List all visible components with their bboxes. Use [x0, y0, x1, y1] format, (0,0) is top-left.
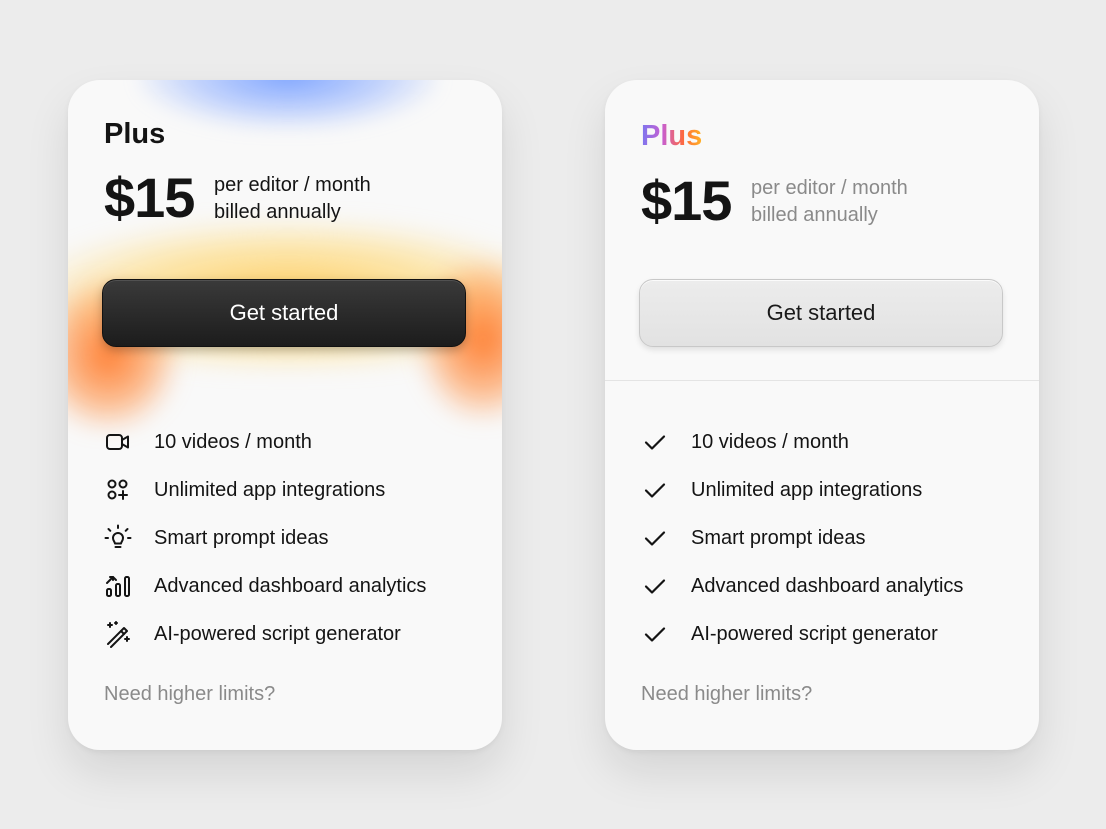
check-icon	[641, 428, 675, 456]
feature-label: Advanced dashboard analytics	[691, 574, 964, 597]
price: $15	[104, 166, 195, 229]
feature-item: Advanced dashboard analytics	[104, 562, 426, 610]
get-started-button[interactable]: Get started	[102, 279, 466, 347]
price-note-line: per editor / month	[751, 177, 908, 199]
feature-list: 10 videos / month Unlimited app integrat…	[641, 418, 963, 658]
price-note: per editor / month billed annually	[751, 175, 908, 229]
feature-label: AI-powered script generator	[691, 622, 938, 645]
feature-label: Unlimited app integrations	[691, 478, 923, 501]
feature-label: 10 videos / month	[691, 430, 849, 453]
price: $15	[641, 169, 732, 232]
feature-item: Unlimited app integrations	[641, 466, 963, 514]
check-icon	[641, 476, 675, 504]
feature-label: AI-powered script generator	[154, 622, 401, 645]
price-note: per editor / month billed annually	[214, 172, 371, 226]
feature-item: 10 videos / month	[641, 418, 963, 466]
plan-name: Plus	[104, 118, 166, 150]
feature-label: Smart prompt ideas	[154, 526, 329, 549]
check-icon	[641, 524, 675, 552]
plan-name: Plus	[641, 120, 703, 152]
divider	[605, 380, 1039, 381]
video-camera-icon	[104, 428, 138, 456]
feature-item: Advanced dashboard analytics	[641, 562, 963, 610]
feature-label: 10 videos / month	[154, 430, 312, 453]
price-note-line: billed annually	[751, 204, 878, 226]
need-higher-limits-link[interactable]: Need higher limits?	[104, 683, 275, 706]
price-note-line: billed annually	[214, 201, 341, 223]
feature-item: Smart prompt ideas	[104, 514, 426, 562]
price-note-line: per editor / month	[214, 174, 371, 196]
need-higher-limits-link[interactable]: Need higher limits?	[641, 683, 812, 706]
check-icon	[641, 572, 675, 600]
blue-glow	[138, 80, 438, 130]
feature-item: AI-powered script generator	[104, 610, 426, 658]
feature-label: Unlimited app integrations	[154, 478, 386, 501]
bar-chart-icon	[104, 572, 138, 600]
feature-item: 10 videos / month	[104, 418, 426, 466]
magic-wand-icon	[104, 620, 138, 648]
pricing-card-gradient: Plus $15 per editor / month billed annua…	[68, 80, 502, 750]
feature-item: AI-powered script generator	[641, 610, 963, 658]
get-started-button[interactable]: Get started	[639, 279, 1003, 347]
apps-grid-icon	[104, 476, 138, 504]
lightbulb-icon	[104, 524, 138, 552]
feature-label: Smart prompt ideas	[691, 526, 866, 549]
feature-list: 10 videos / month Unlimited app integrat…	[104, 418, 426, 658]
feature-item: Unlimited app integrations	[104, 466, 426, 514]
check-icon	[641, 620, 675, 648]
feature-label: Advanced dashboard analytics	[154, 574, 427, 597]
feature-item: Smart prompt ideas	[641, 514, 963, 562]
pricing-card-plain: Plus $15 per editor / month billed annua…	[605, 80, 1039, 750]
